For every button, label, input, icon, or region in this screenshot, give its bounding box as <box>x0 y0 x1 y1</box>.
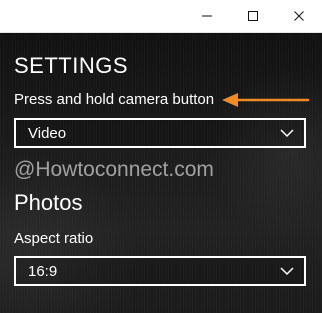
camera-button-label: Press and hold camera button <box>14 91 215 108</box>
annotation-arrow-icon <box>222 93 310 107</box>
minimize-button[interactable] <box>184 0 230 32</box>
watermark-text: @Howtoconnect.com <box>14 158 214 181</box>
chevron-down-icon <box>280 267 294 276</box>
maximize-icon <box>247 10 259 22</box>
minimize-icon <box>201 10 213 22</box>
aspect-ratio-label: Aspect ratio <box>14 230 94 247</box>
camera-button-value: Video <box>28 124 67 142</box>
settings-panel: SETTINGS Press and hold camera button Vi… <box>0 33 322 313</box>
camera-button-dropdown[interactable]: Video <box>14 118 306 148</box>
aspect-ratio-dropdown[interactable]: 16:9 <box>14 256 306 286</box>
window-titlebar <box>0 0 322 33</box>
chevron-down-icon <box>280 129 294 138</box>
photos-section-title: Photos <box>14 190 83 215</box>
aspect-ratio-value: 16:9 <box>28 262 58 280</box>
close-icon <box>293 10 305 22</box>
maximize-button[interactable] <box>230 0 276 32</box>
close-button[interactable] <box>276 0 322 32</box>
settings-title: SETTINGS <box>14 53 129 78</box>
